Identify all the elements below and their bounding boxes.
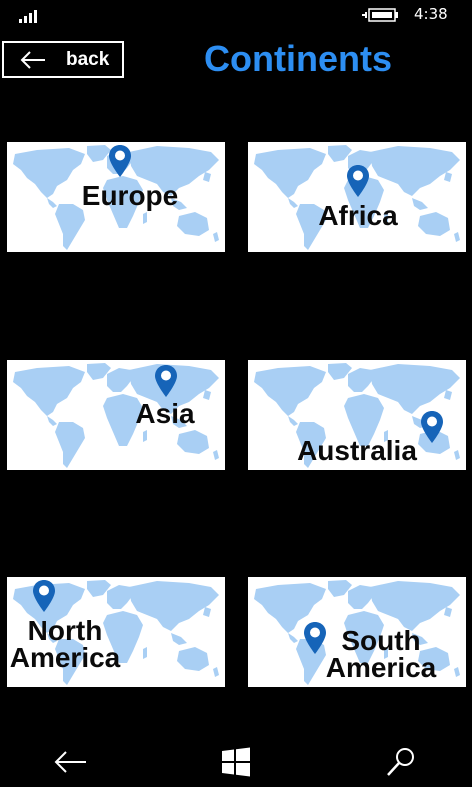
tile-label: Africa: [318, 200, 398, 231]
map-pin-icon: [108, 144, 132, 178]
tile-label-line: South: [341, 625, 421, 656]
back-button[interactable]: back: [2, 41, 124, 78]
continent-tile-asia[interactable]: Asia: [7, 360, 225, 470]
signal-strength-icon: [19, 10, 37, 23]
back-label: back: [66, 49, 110, 70]
tile-label-line: North: [27, 615, 103, 646]
tile-label: South America: [320, 625, 442, 683]
page-title: Continents: [204, 38, 392, 79]
system-nav-bar: [0, 735, 472, 787]
status-bar: 4:38: [0, 0, 472, 32]
tile-label-line: America: [325, 652, 437, 683]
status-time: 4:38: [414, 5, 448, 23]
continent-tile-australia[interactable]: Australia: [248, 360, 466, 470]
continent-tile-europe[interactable]: Europe: [7, 142, 225, 252]
tile-label: Australia: [297, 435, 417, 466]
arrow-left-icon: [20, 51, 45, 69]
map-pin-icon: [154, 364, 178, 398]
tile-label: Europe: [81, 180, 179, 211]
nav-back-button[interactable]: [52, 745, 88, 779]
continent-tile-north-america[interactable]: North America: [7, 577, 225, 687]
windows-logo-icon[interactable]: [218, 745, 254, 779]
continent-tile-africa[interactable]: Africa: [248, 142, 466, 252]
map-pin-icon: [32, 579, 56, 613]
continent-tile-south-america[interactable]: South America: [248, 577, 466, 687]
battery-charging-icon: [362, 8, 398, 22]
tile-label-line: America: [9, 642, 121, 673]
search-icon[interactable]: [384, 745, 420, 779]
tile-label: Asia: [135, 398, 195, 429]
map-pin-icon: [346, 164, 370, 198]
tile-label: North America: [7, 615, 123, 673]
